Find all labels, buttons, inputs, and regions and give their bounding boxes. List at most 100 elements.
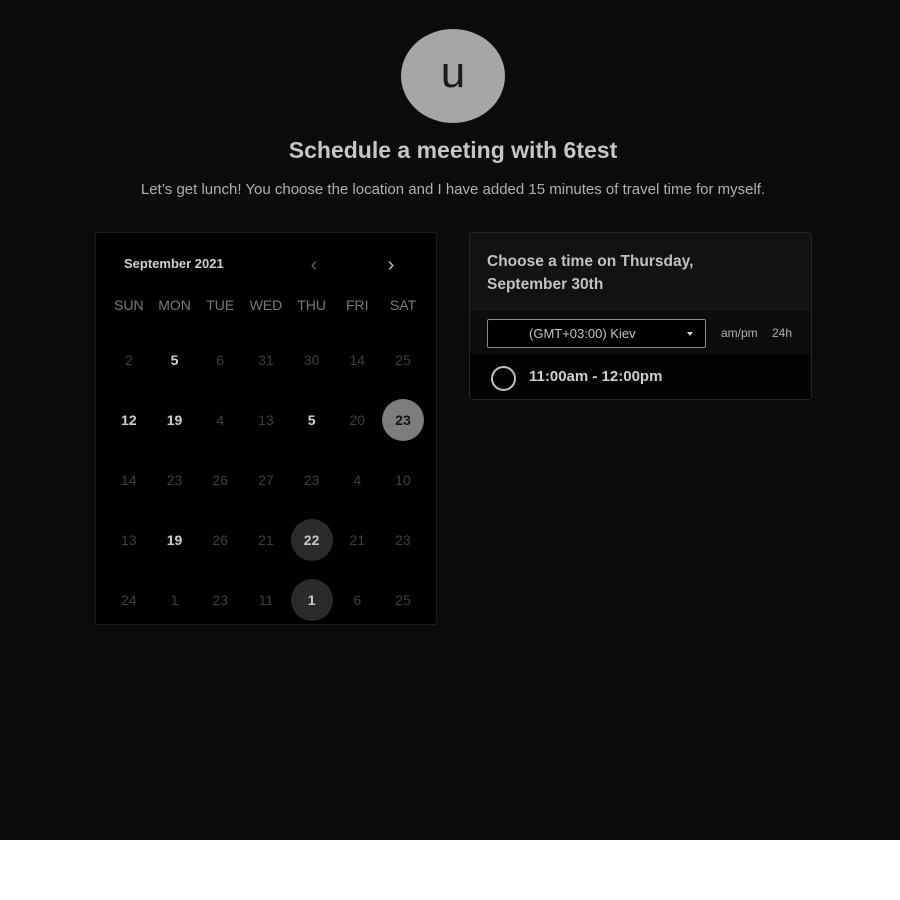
day-number: 20 [349, 412, 366, 428]
day-number: 21 [258, 532, 274, 548]
calendar-day: 20 [334, 390, 380, 450]
calendar-day: 13 [106, 510, 152, 570]
day-number: 13 [121, 532, 137, 548]
day-number: 14 [349, 352, 366, 368]
chevron-right-icon[interactable]: › [379, 255, 403, 277]
month-label: September 2021 [124, 256, 224, 271]
weekday-label: SUN [114, 297, 144, 313]
calendar-week: 24 1 23 11 1 6 25 [106, 570, 426, 630]
calendar-day: 11 [243, 570, 289, 630]
day-number: 23 [303, 472, 320, 488]
day-number: 6 [216, 352, 225, 368]
day-number: 23 [166, 472, 183, 488]
chevron-left-icon[interactable]: ‹ [302, 255, 326, 277]
event-description: Let’s get lunch! You choose the location… [140, 181, 766, 198]
time-slot[interactable]: 11:00am - 12:00pm [470, 354, 811, 399]
date-picker: September 2021 ‹ › SUN MON TUE WED THU FRI SAT… [95, 232, 437, 625]
day-number: 1 [307, 592, 316, 608]
calendar-day: 23 [197, 570, 243, 630]
radio-button-icon[interactable] [491, 366, 516, 391]
calendar-day: 21 [243, 510, 289, 570]
calendar-day-selected[interactable]: 23 [380, 390, 426, 450]
calendar-day: 26 [197, 450, 243, 510]
calendar-day: 23 [380, 510, 426, 570]
calendar-day: 25 [380, 570, 426, 630]
weekday-label: MON [158, 297, 191, 313]
calendar-day: 2 [106, 330, 152, 390]
calendar-day: 6 [334, 570, 380, 630]
calendar-grid: 2 5 6 31 30 14 25 12 19 4 13 5 20 23 14 23 26 27 23 4 10 13 19… [106, 330, 426, 630]
day-number: 31 [258, 352, 274, 368]
weekday-label: TUE [206, 297, 235, 313]
time-picker-heading: Choose a time on Thursday, September 30t… [487, 253, 694, 293]
calendar-week: 2 5 6 31 30 14 25 [106, 330, 426, 390]
calendar-day: 27 [243, 450, 289, 510]
weekday-label: FRI [346, 297, 369, 313]
timezone-select[interactable]: (GMT+03:00) Kiev [487, 319, 706, 348]
day-number: 19 [166, 532, 183, 548]
avatar: u [401, 29, 505, 123]
calendar-day[interactable]: 5 [289, 390, 335, 450]
day-number: 23 [395, 412, 411, 428]
calendar-day: 14 [334, 330, 380, 390]
day-number: 13 [258, 412, 274, 428]
booking-page: u Schedule a meeting with 6test Let’s ge… [0, 0, 900, 840]
day-number: 5 [307, 412, 316, 428]
day-number: 27 [258, 472, 274, 488]
day-number: 2 [124, 352, 133, 368]
time-picker-header: Choose a time on Thursday, September 30t… [470, 233, 811, 310]
day-number: 25 [395, 592, 411, 608]
day-number: 11 [258, 592, 274, 608]
day-number: 23 [395, 532, 411, 548]
calendar-day: 6 [197, 330, 243, 390]
calendar-day: 4 [197, 390, 243, 450]
calendar-day: 23 [289, 450, 335, 510]
calendar-day[interactable]: 5 [152, 330, 198, 390]
weekday-label: THU [297, 297, 326, 313]
calendar-week: 13 19 26 21 22 21 23 [106, 510, 426, 570]
calendar-day: 13 [243, 390, 289, 450]
day-number: 26 [212, 532, 228, 548]
weekday-header: SUN MON TUE WED THU FRI SAT [106, 297, 426, 313]
time-slot-label: 11:00am - 12:00pm [529, 368, 663, 385]
calendar-day: 30 [289, 330, 335, 390]
calendar-day: 23 [152, 450, 198, 510]
calendar-day: 25 [380, 330, 426, 390]
calendar-day: 4 [334, 450, 380, 510]
format-ampm-toggle[interactable]: am/pm [721, 326, 758, 340]
day-number: 19 [166, 412, 183, 428]
day-number: 26 [212, 472, 228, 488]
day-number: 6 [353, 592, 362, 608]
timezone-value: (GMT+03:00) Kiev [529, 326, 636, 341]
time-picker: Choose a time on Thursday, September 30t… [469, 232, 812, 400]
day-number: 12 [121, 412, 137, 428]
calendar-day: 31 [243, 330, 289, 390]
format-24h-toggle[interactable]: 24h [772, 326, 792, 340]
calendar-day[interactable]: 22 [289, 510, 335, 570]
avatar-initial: u [440, 48, 466, 97]
day-number: 30 [303, 352, 320, 368]
calendar-day[interactable]: 12 [106, 390, 152, 450]
weekday-label: WED [249, 297, 283, 313]
day-number: 23 [212, 592, 228, 608]
day-number: 21 [349, 532, 366, 548]
page-title: Schedule a meeting with 6test [288, 137, 618, 163]
calendar-day: 10 [380, 450, 426, 510]
day-number: 10 [395, 472, 411, 488]
weekday-label: SAT [389, 297, 417, 313]
calendar-day[interactable]: 19 [152, 390, 198, 450]
day-number: 24 [121, 592, 137, 608]
day-number: 4 [216, 412, 225, 428]
day-number: 22 [303, 532, 320, 548]
calendar-week: 14 23 26 27 23 4 10 [106, 450, 426, 510]
day-number: 5 [170, 352, 179, 368]
calendar-week: 12 19 4 13 5 20 23 [106, 390, 426, 450]
day-number: 4 [353, 472, 362, 488]
day-number: 25 [395, 352, 411, 368]
calendar-day[interactable]: 1 [289, 570, 335, 630]
calendar-day: 26 [197, 510, 243, 570]
caret-down-icon [687, 332, 693, 336]
calendar-day: 14 [106, 450, 152, 510]
calendar-day[interactable]: 19 [152, 510, 198, 570]
calendar-day: 1 [152, 570, 198, 630]
